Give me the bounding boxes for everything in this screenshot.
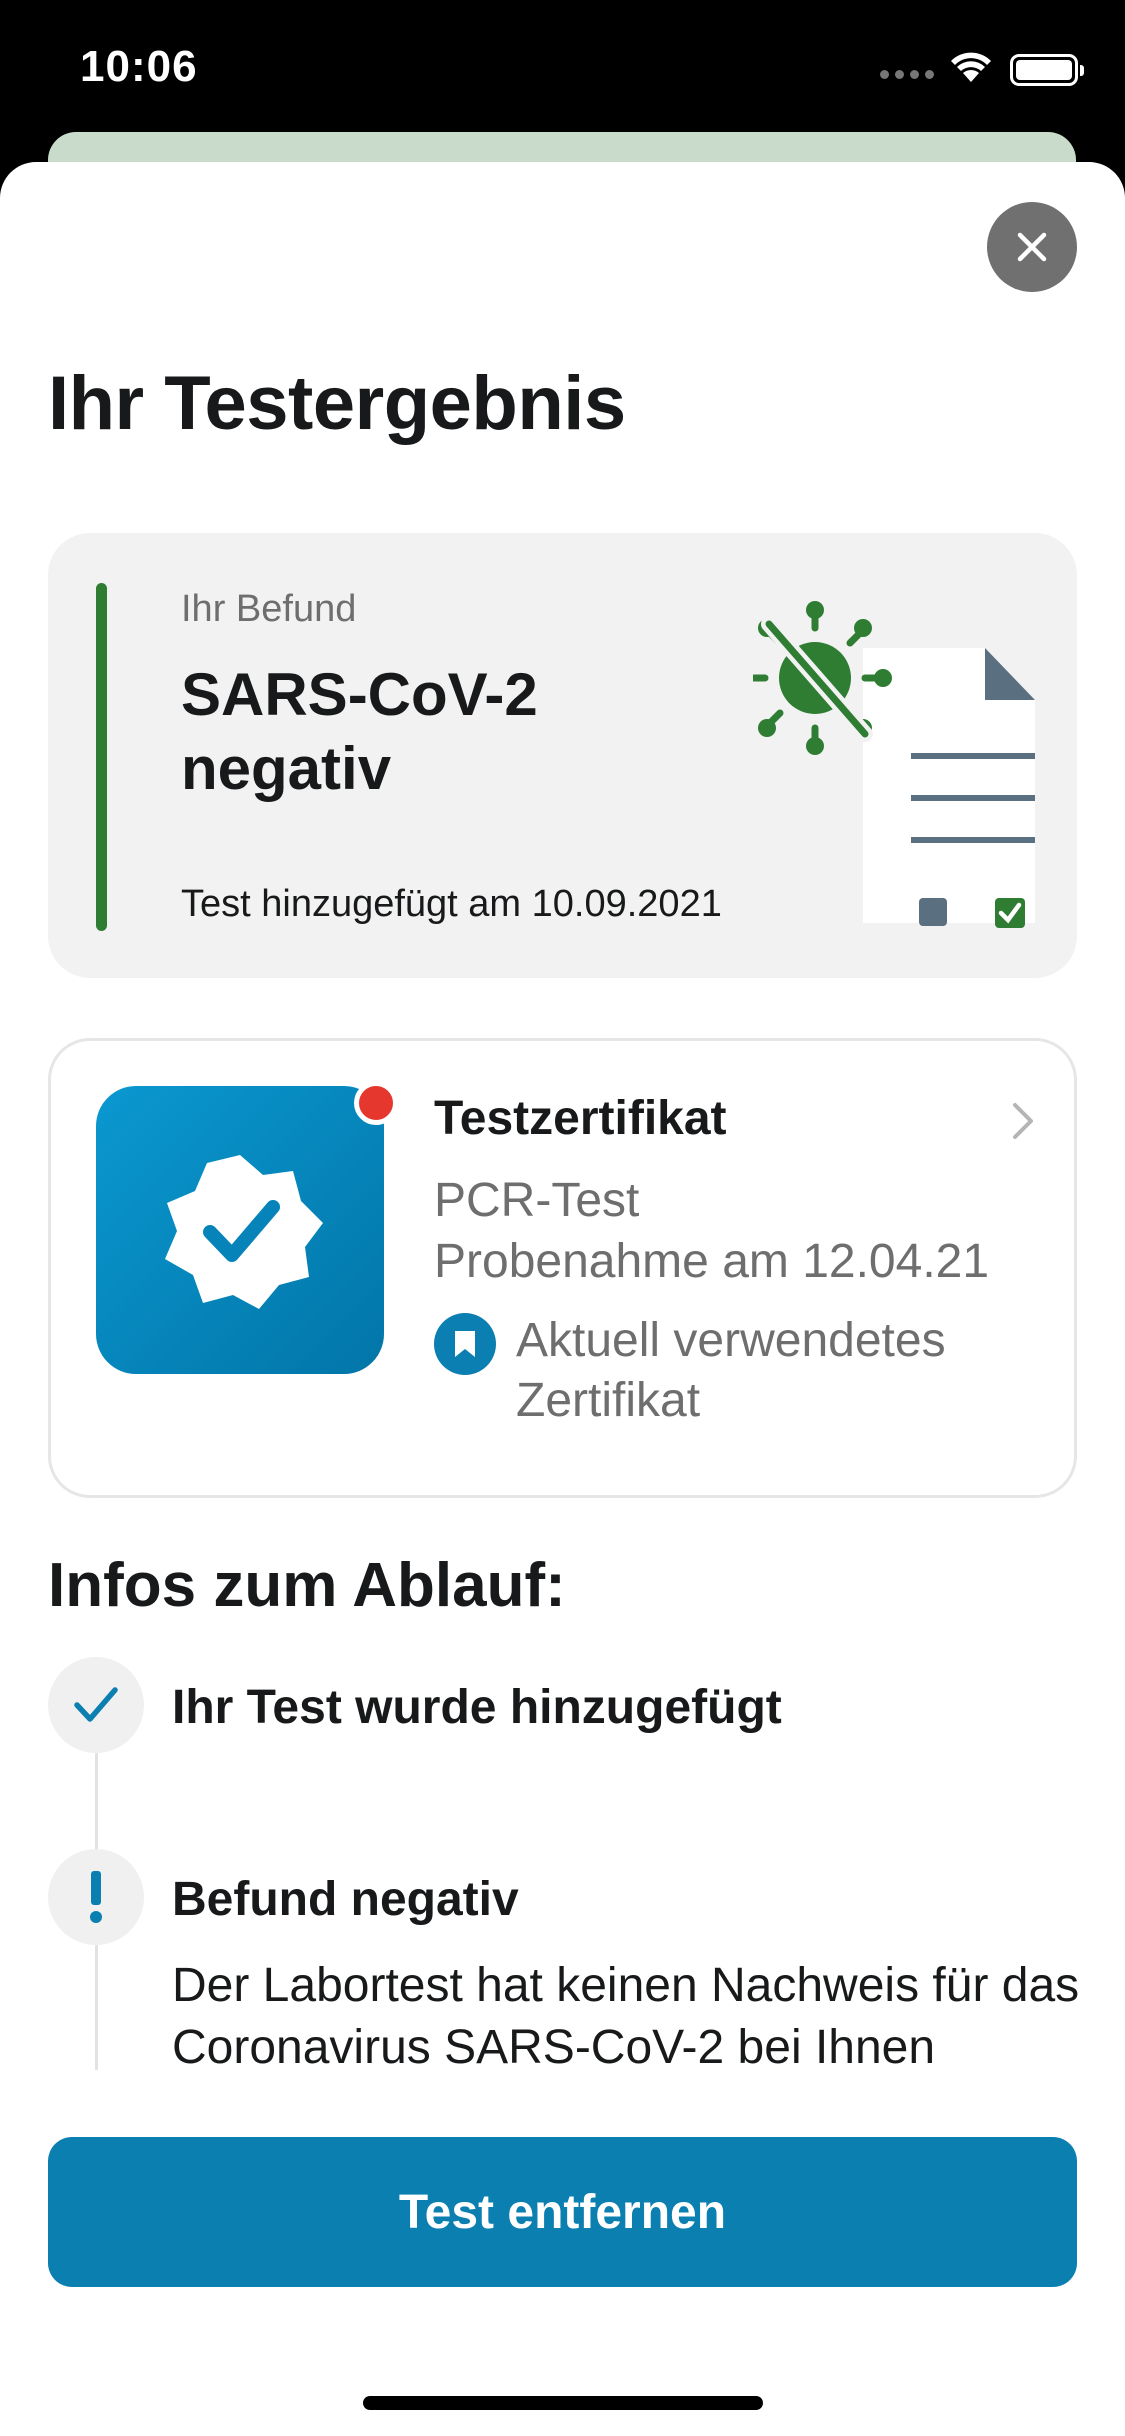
page-title: Ihr Testergebnis — [48, 361, 626, 446]
result-label: Ihr Befund — [181, 588, 357, 630]
step-check-circle — [48, 1657, 144, 1753]
step-title: Ihr Test wurde hinzugefügt — [172, 1681, 782, 1734]
certificate-tile — [96, 1086, 384, 1374]
remove-test-button[interactable]: Test entfernen — [48, 2137, 1077, 2287]
certificate-current-label: Aktuell verwendetes Zertifikat — [516, 1314, 946, 1427]
step-alert-circle — [48, 1849, 144, 1945]
checkmark-icon — [74, 1687, 118, 1722]
wifi-icon — [951, 52, 991, 82]
virus-document-icon — [753, 601, 1035, 928]
notification-badge — [354, 1081, 398, 1125]
certificate-type: PCR-Test — [434, 1174, 640, 1227]
result-value: SARS-CoV-2 negativ — [181, 661, 538, 802]
certificate-check-icon — [165, 1155, 323, 1309]
exclamation-icon — [90, 1871, 102, 1923]
step-description: Der Labortest hat keinen Nachweis für da… — [172, 1959, 1080, 2074]
certificate-title: Testzertifikat — [434, 1092, 727, 1145]
cellular-signal-icon — [880, 70, 934, 79]
close-icon — [1017, 232, 1047, 262]
info-section-title: Infos zum Ablauf: — [48, 1551, 566, 1620]
battery-icon — [1010, 54, 1084, 86]
result-card: Ihr Befund SARS-CoV-2 negativ Test hinzu… — [48, 533, 1077, 978]
home-indicator[interactable] — [363, 2396, 763, 2410]
result-added-date: Test hinzugefügt am 10.09.2021 — [181, 883, 722, 925]
status-bar: 10:06 — [0, 0, 1125, 135]
bookmark-icon — [434, 1313, 496, 1375]
status-time: 10:06 — [80, 42, 198, 91]
close-button[interactable] — [987, 202, 1077, 292]
certificate-sample-date: Probenahme am 12.04.21 — [434, 1235, 990, 1288]
chevron-right-icon — [1013, 1103, 1033, 1139]
status-bar-indicator — [96, 583, 107, 931]
certificate-card[interactable]: Testzertifikat PCR-Test Probenahme am 12… — [48, 1038, 1077, 1498]
step-title: Befund negativ — [172, 1873, 519, 1926]
